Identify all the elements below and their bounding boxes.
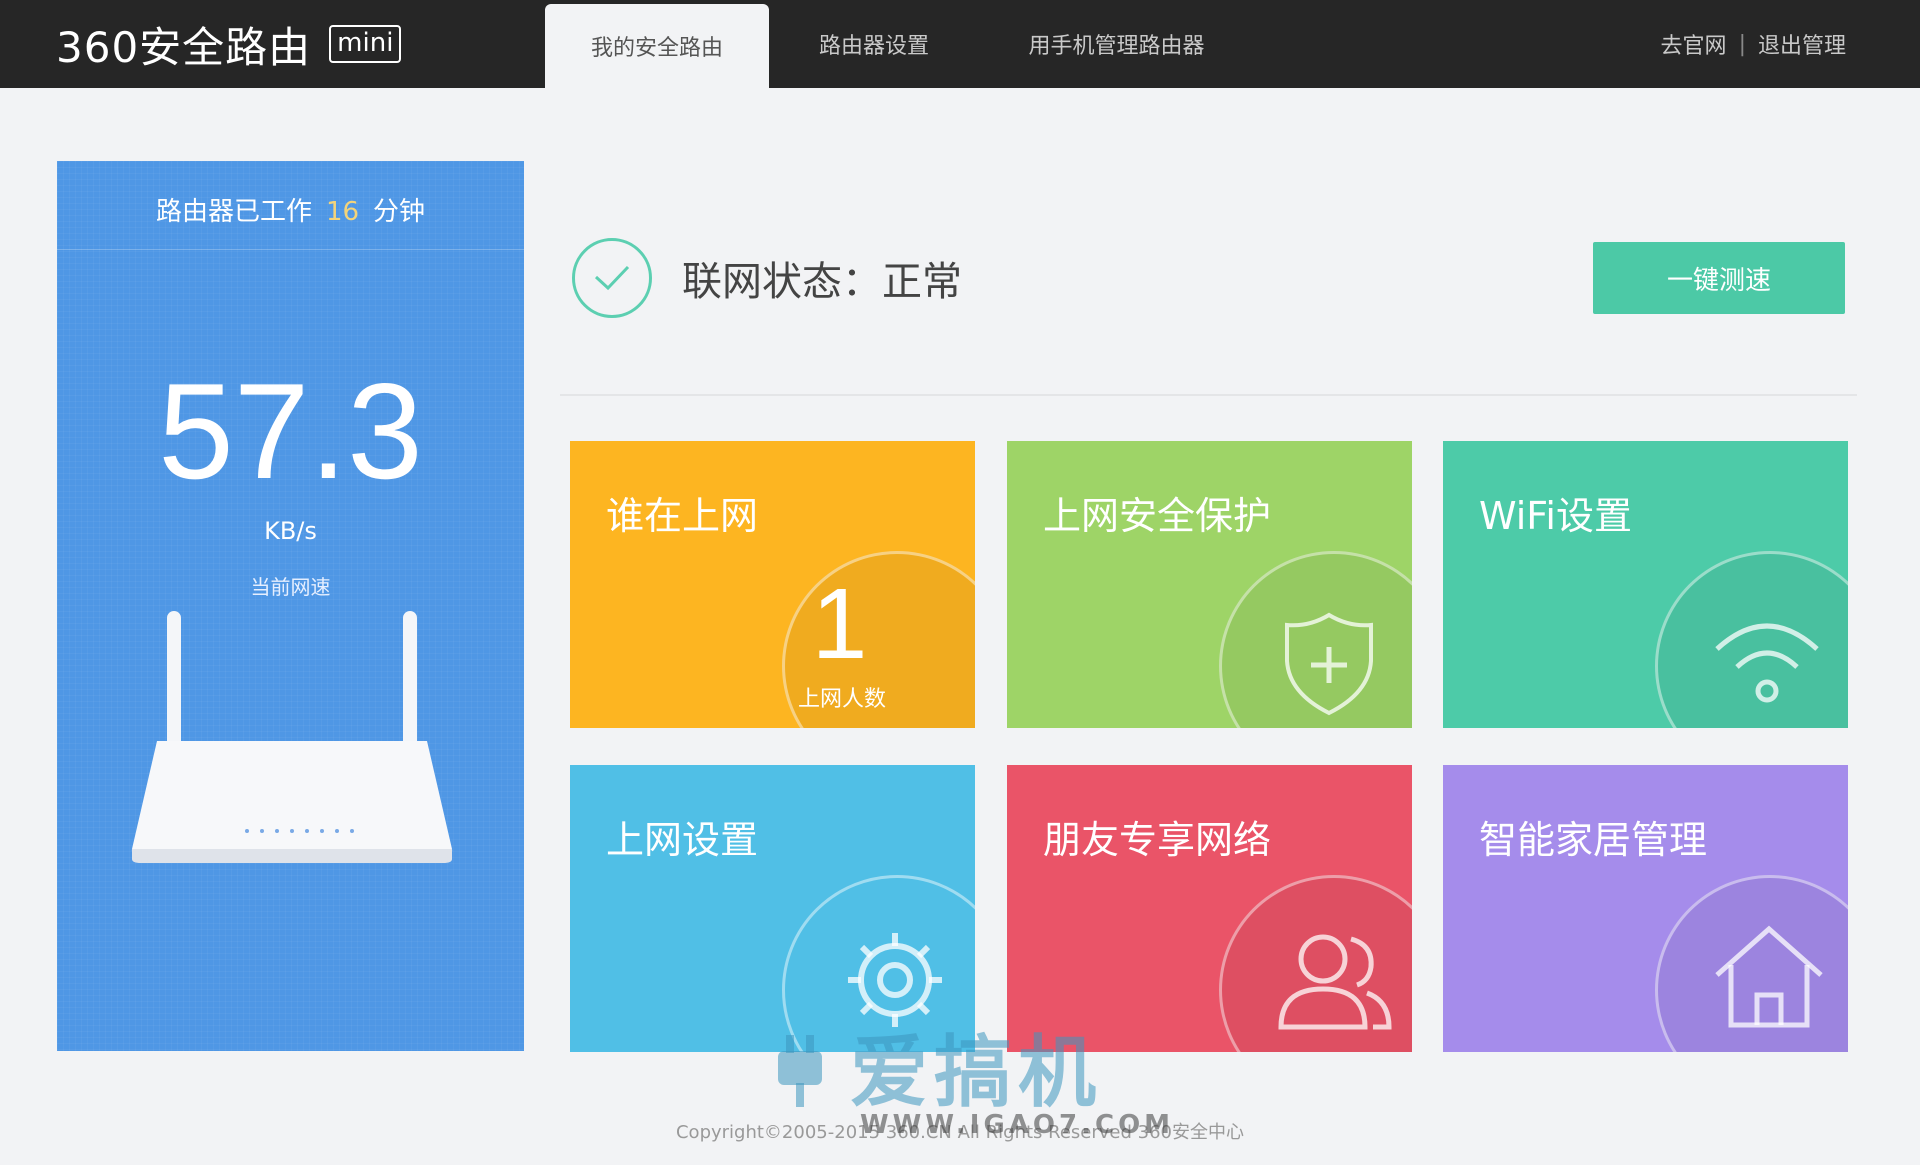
tile-title: 朋友专享网络 xyxy=(1043,818,1272,862)
uptime-minutes: 16 xyxy=(325,197,360,227)
panel-divider xyxy=(57,249,524,250)
tile-internet-security[interactable]: 上网安全保护 xyxy=(1007,441,1412,728)
logo-mini-badge: mini xyxy=(329,25,402,63)
tile-title: 谁在上网 xyxy=(606,494,759,538)
tile-wifi-settings[interactable]: WiFi设置 xyxy=(1443,441,1848,728)
shield-plus-icon xyxy=(1285,612,1373,716)
top-navigation-bar: 360安全路由 mini 我的安全路由 路由器设置 用手机管理路由器 去官网 |… xyxy=(0,0,1920,88)
online-user-count: 1 xyxy=(811,568,868,680)
tile-title: 上网安全保护 xyxy=(1043,494,1272,538)
section-divider xyxy=(560,394,1857,396)
tile-smart-home[interactable]: 智能家居管理 xyxy=(1443,765,1848,1052)
uptime-prefix: 路由器已工作 xyxy=(155,197,312,227)
tab-router-settings[interactable]: 路由器设置 xyxy=(769,0,979,88)
speed-test-button[interactable]: 一键测速 xyxy=(1593,242,1845,314)
tile-title: 智能家居管理 xyxy=(1479,818,1708,862)
wifi-icon xyxy=(1715,623,1819,703)
official-site-link[interactable]: 去官网 xyxy=(1661,28,1727,60)
tab-mobile-management[interactable]: 用手机管理路由器 xyxy=(979,0,1254,88)
house-icon xyxy=(1715,925,1823,1028)
logout-link[interactable]: 退出管理 xyxy=(1758,28,1846,60)
tile-title: WiFi设置 xyxy=(1479,494,1632,538)
speed-unit: KB/s xyxy=(264,517,317,545)
router-illustration xyxy=(131,611,453,863)
online-user-count-label: 上网人数 xyxy=(797,687,886,712)
users-icon xyxy=(1278,934,1392,1030)
main-tabs: 我的安全路由 路由器设置 用手机管理路由器 xyxy=(545,0,1254,88)
connection-status: 联网状态：正常 xyxy=(572,236,962,320)
uptime-text: 路由器已工作 16 分钟 xyxy=(57,191,524,228)
watermark-text: 爱搞机 xyxy=(850,1028,1103,1118)
tile-title: 上网设置 xyxy=(606,818,759,862)
logo-text: 360安全路由 xyxy=(56,22,312,72)
connection-status-text: 联网状态：正常 xyxy=(682,259,962,305)
link-separator: | xyxy=(1738,31,1746,57)
watermark-plug-icon xyxy=(778,1035,822,1107)
current-speed-value: 57.3 xyxy=(158,355,423,507)
tile-friend-network[interactable]: 朋友专享网络 xyxy=(1007,765,1412,1052)
current-speed-label: 当前网速 xyxy=(250,575,331,599)
watermark-logo: 爱搞机 xyxy=(760,1010,1102,1122)
check-circle-icon xyxy=(572,238,652,318)
speed-panel: 路由器已工作 16 分钟 57.3 KB/s 当前网速 xyxy=(57,161,524,1051)
logo[interactable]: 360安全路由 mini xyxy=(56,20,402,72)
top-links: 去官网 | 退出管理 xyxy=(1661,28,1846,60)
tile-internet-settings[interactable]: 上网设置 xyxy=(570,765,975,1052)
watermark-url: WWW.IGAO7.COM xyxy=(860,1110,1175,1140)
tab-my-secure-router[interactable]: 我的安全路由 xyxy=(545,4,769,88)
tile-who-is-online[interactable]: 谁在上网 1 上网人数 xyxy=(570,441,975,728)
uptime-suffix: 分钟 xyxy=(373,197,426,227)
